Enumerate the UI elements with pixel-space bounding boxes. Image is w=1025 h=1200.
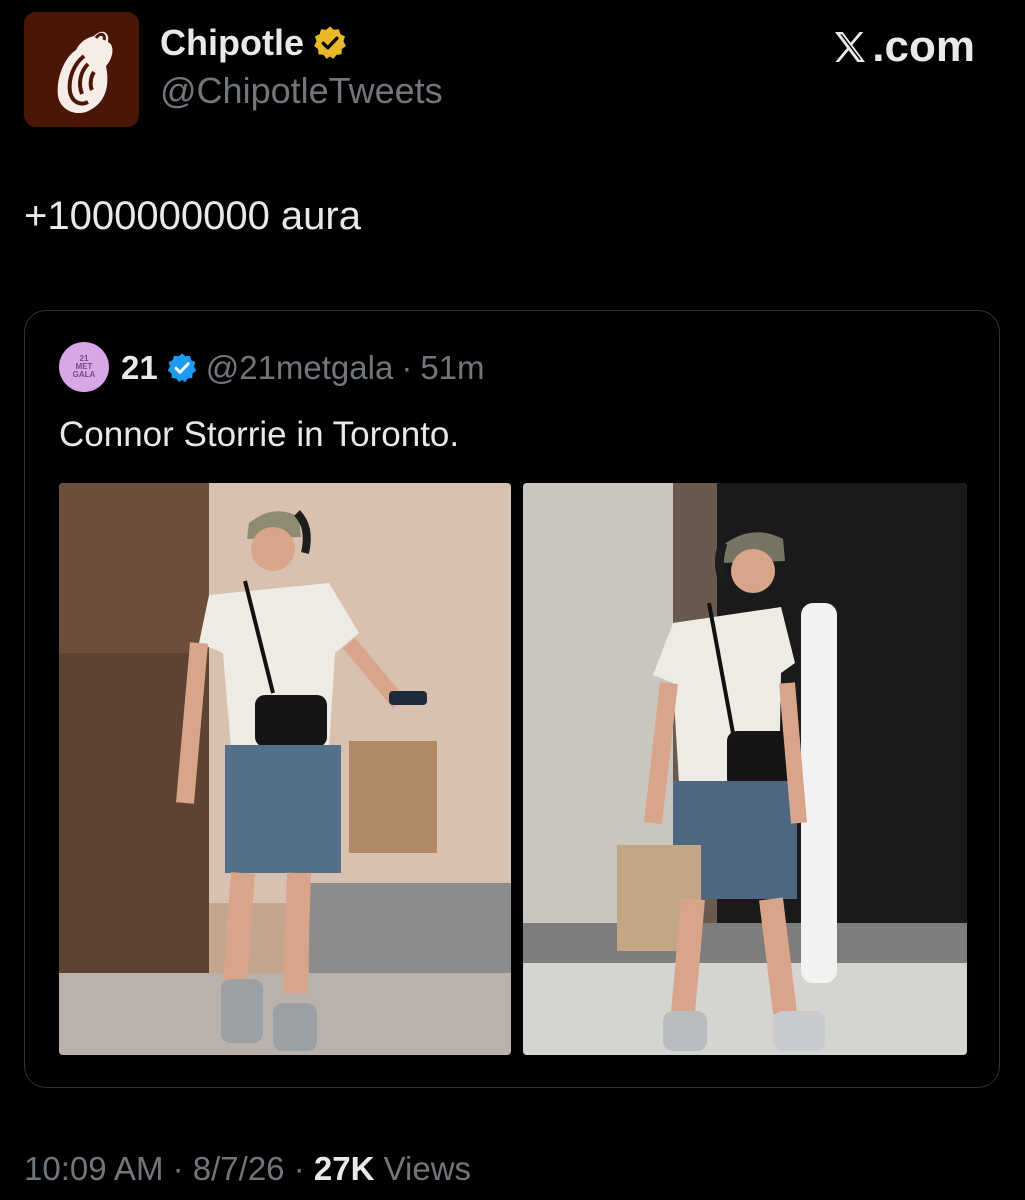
site-domain: .com — [872, 22, 975, 71]
post-text: +1000000000 aura — [24, 194, 361, 238]
author-name-row[interactable]: Chipotle — [160, 22, 348, 64]
post-date[interactable]: 8/7/26 — [193, 1150, 285, 1187]
chipotle-pepper-logo-icon — [24, 12, 139, 127]
photo-1-image — [59, 483, 511, 1055]
quote-author-name[interactable]: 21 — [121, 349, 158, 387]
quote-photo-1[interactable] — [59, 483, 511, 1055]
x-com-branding: .com — [830, 22, 975, 72]
blue-verified-badge-icon — [167, 353, 196, 383]
quote-timestamp[interactable]: 51m — [420, 349, 484, 387]
author-avatar[interactable] — [24, 12, 139, 127]
x-logo-icon — [835, 32, 866, 62]
gold-verified-badge-icon — [314, 26, 346, 59]
photo-2-image — [523, 483, 967, 1055]
quote-header: 21 @21metgala · 51m — [121, 349, 485, 387]
quote-author-avatar[interactable]: 21 MET GALA — [59, 342, 109, 392]
meta-separator-2: · — [293, 1150, 305, 1187]
views-label: Views — [383, 1150, 472, 1187]
quote-text: Connor Storrie in Toronto. — [59, 415, 460, 454]
quote-avatar-line-3: GALA — [72, 370, 96, 379]
quoted-post-card[interactable]: 21 MET GALA 21 @21metgala · 51m Connor S… — [24, 310, 1000, 1088]
quote-photo-2[interactable] — [523, 483, 967, 1055]
quote-separator: · — [401, 349, 413, 386]
quote-author-handle[interactable]: @21metgala — [206, 349, 394, 387]
author-name[interactable]: Chipotle — [160, 22, 304, 64]
post-time[interactable]: 10:09 AM — [24, 1150, 163, 1187]
post-metadata: 10:09 AM · 8/7/26 · 27K Views — [24, 1150, 471, 1188]
author-handle[interactable]: @ChipotleTweets — [160, 70, 443, 112]
meta-separator-1: · — [172, 1150, 184, 1187]
views-count[interactable]: 27K — [314, 1150, 375, 1187]
